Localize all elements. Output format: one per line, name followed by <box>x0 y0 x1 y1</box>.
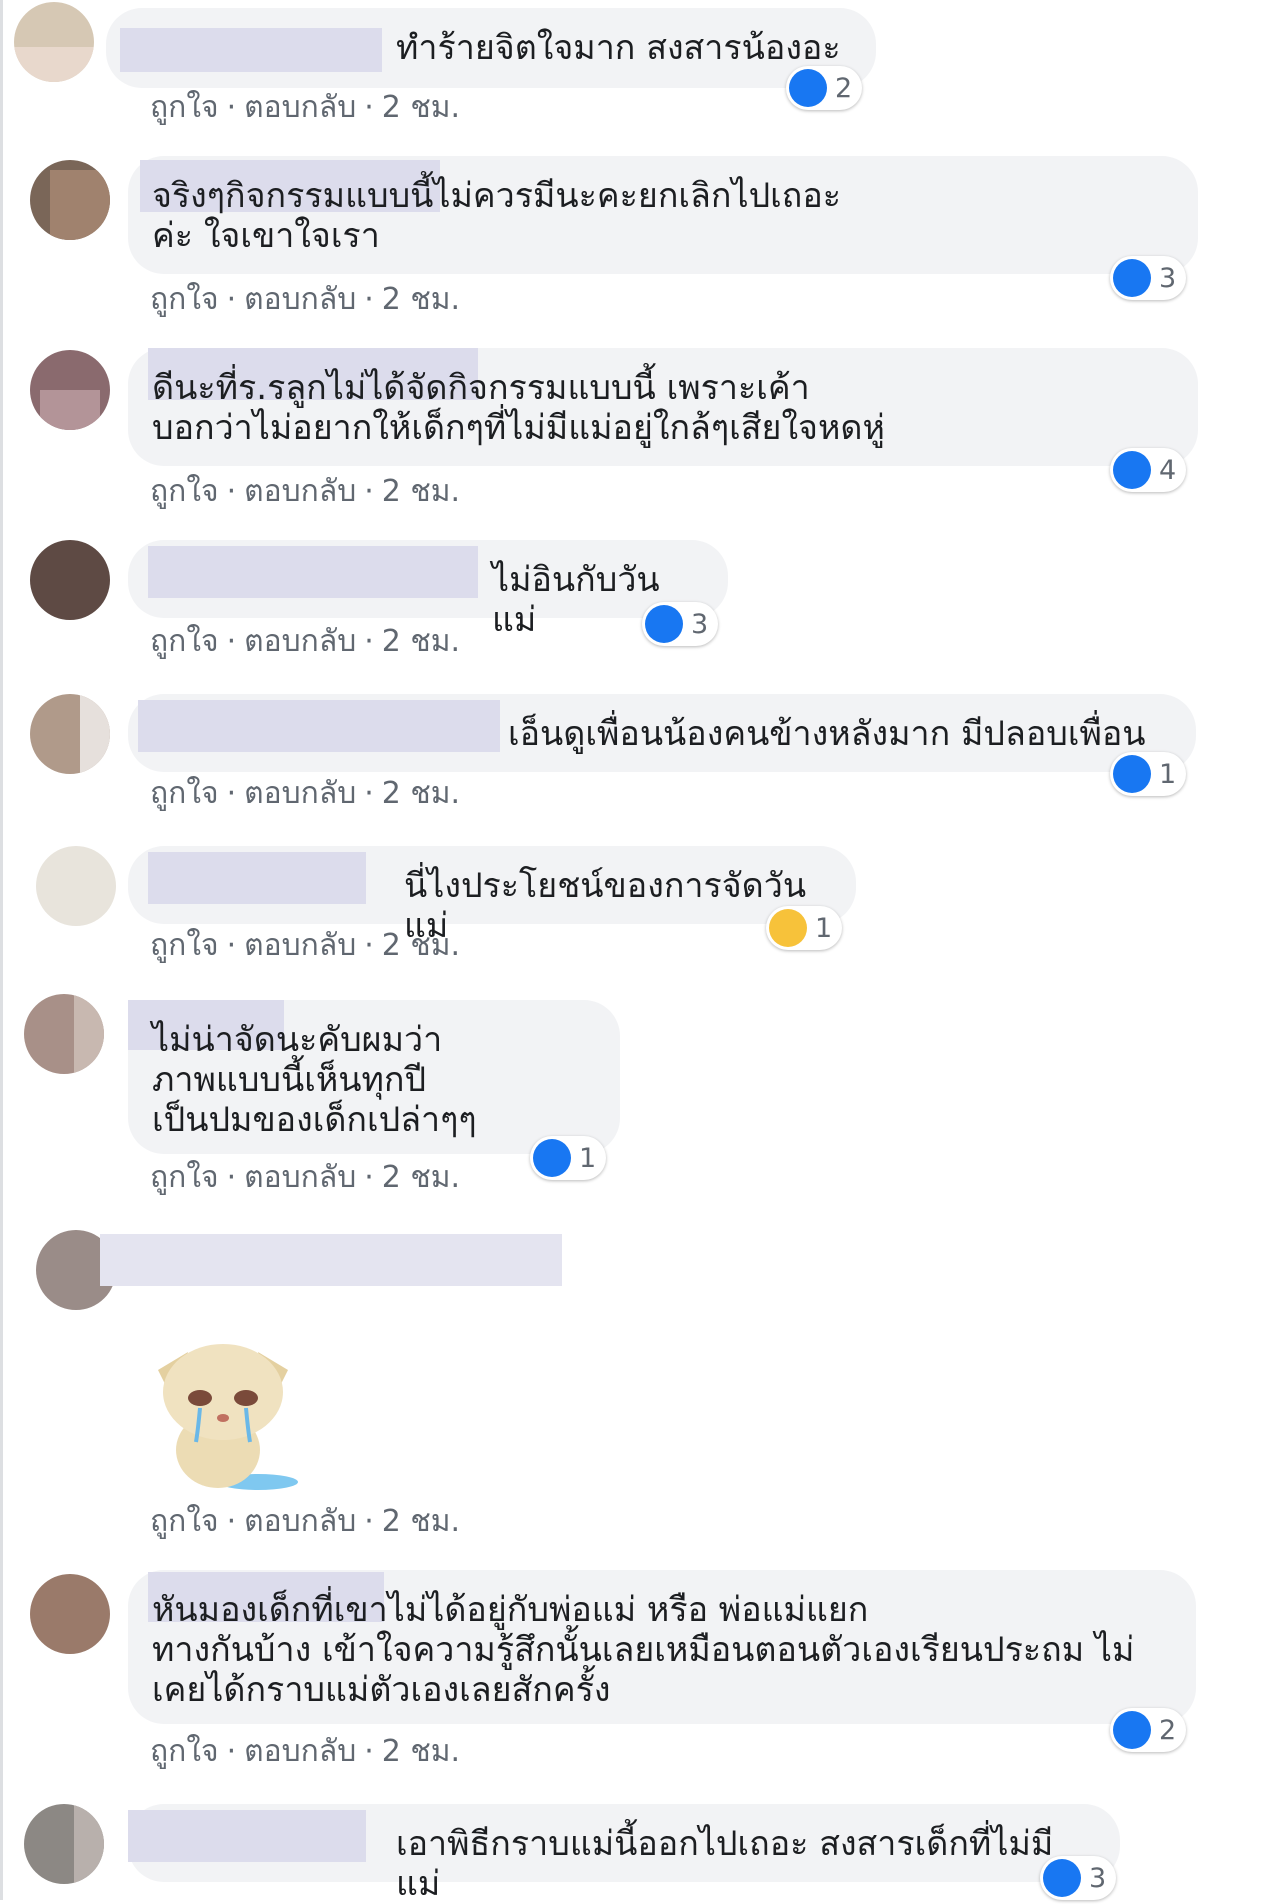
like-icon <box>1113 755 1151 793</box>
avatar[interactable] <box>30 694 110 774</box>
reaction-count[interactable]: 2 <box>786 66 863 110</box>
timestamp[interactable]: 2 ชม. <box>382 776 460 811</box>
like-icon <box>1113 259 1151 297</box>
comment-actions: ถูกใจ · ตอบกลับ · 2 ชม. <box>150 1160 461 1195</box>
comment-bubble: ทำร้ายจิตใจมาก สงสารน้องอะ <box>106 8 876 88</box>
comment-bubble: เอาพิธีกราบแม่นี้ออกไปเถอะ สงสารเด็กที่ไ… <box>128 1804 1120 1904</box>
comment-bubble: ไม่น่าจัดนะคับผมว่า ภาพแบบนี้เห็นทุกปี เ… <box>128 1000 620 1154</box>
timestamp[interactable]: 2 ชม. <box>382 928 460 963</box>
avatar[interactable] <box>30 160 110 240</box>
like-link[interactable]: ถูกใจ <box>150 776 219 811</box>
reply-link[interactable]: ตอบกลับ <box>244 1504 356 1539</box>
blurred-name[interactable] <box>148 546 478 598</box>
reaction-count[interactable]: 3 <box>642 602 719 646</box>
like-link[interactable]: ถูกใจ <box>150 474 219 509</box>
comment-bubble: เอ็นดูเพื่อนน้องคนข้างหลังมาก มีปลอบเพื่… <box>128 694 1196 772</box>
comment-text: ดีนะที่ร.รลูกไม่ได้จัดกิจกรรมแบบนี้ เพรา… <box>152 368 885 448</box>
avatar[interactable] <box>14 2 94 82</box>
reply-link[interactable]: ตอบกลับ <box>244 474 356 509</box>
timestamp[interactable]: 2 ชม. <box>382 1734 460 1769</box>
timestamp[interactable]: 2 ชม. <box>382 90 460 125</box>
like-link[interactable]: ถูกใจ <box>150 1160 219 1195</box>
like-icon <box>645 605 683 643</box>
reaction-count[interactable]: 4 <box>1110 448 1187 492</box>
blurred-name[interactable] <box>148 852 366 904</box>
like-link[interactable]: ถูกใจ <box>150 624 219 659</box>
avatar[interactable] <box>30 350 110 430</box>
comment-text: หันมองเด็กที่เขาไม่ได้อยู่กับพ่อแม่ หรือ… <box>152 1590 1135 1710</box>
comment-actions: ถูกใจ · ตอบกลับ · 2 ชม. <box>150 624 461 659</box>
sad-cat-sticker[interactable] <box>148 1330 308 1495</box>
like-link[interactable]: ถูกใจ <box>150 1504 219 1539</box>
comment-bubble: ไม่อินกับวันแม่ <box>128 540 728 640</box>
avatar[interactable] <box>36 846 116 926</box>
comment-actions: ถูกใจ · ตอบกลับ · 2 ชม. <box>150 282 461 317</box>
reply-link[interactable]: ตอบกลับ <box>244 90 356 125</box>
reaction-count[interactable]: 3 <box>1110 256 1187 300</box>
timestamp[interactable]: 2 ชม. <box>382 474 460 509</box>
reply-link[interactable]: ตอบกลับ <box>244 282 356 317</box>
avatar[interactable] <box>30 540 110 620</box>
comment-actions: ถูกใจ · ตอบกลับ · 2 ชม. <box>150 474 461 509</box>
like-icon <box>533 1139 571 1177</box>
like-link[interactable]: ถูกใจ <box>150 90 219 125</box>
blurred-name[interactable] <box>100 1234 562 1286</box>
comment-bubble: จริงๆกิจกรรมแบบนี้ไม่ควรมีนะคะยกเลิกไปเถ… <box>128 156 1198 274</box>
like-icon <box>789 69 827 107</box>
comment-bubble: นี่ไงประโยชน์ของการจัดวันแม่ <box>128 846 856 946</box>
avatar[interactable] <box>30 1574 110 1654</box>
comment-actions: ถูกใจ · ตอบกลับ · 2 ชม. <box>150 776 461 811</box>
comment-text: ทำร้ายจิตใจมาก สงสารน้องอะ <box>396 28 841 68</box>
comment-actions: ถูกใจ · ตอบกลับ · 2 ชม. <box>150 1504 461 1539</box>
comment-bubble: หันมองเด็กที่เขาไม่ได้อยู่กับพ่อแม่ หรือ… <box>128 1570 1196 1724</box>
comment-text: จริงๆกิจกรรมแบบนี้ไม่ควรมีนะคะยกเลิกไปเถ… <box>152 176 842 256</box>
avatar[interactable] <box>24 1804 104 1884</box>
comment-actions: ถูกใจ · ตอบกลับ · 2 ชม. <box>150 1734 461 1769</box>
left-border <box>0 0 3 1900</box>
reaction-count[interactable]: 1 <box>1110 752 1187 796</box>
timestamp[interactable]: 2 ชม. <box>382 624 460 659</box>
reaction-count[interactable]: 3 <box>1040 1856 1117 1900</box>
reaction-count[interactable]: 1 <box>766 906 843 950</box>
comment-text: เอาพิธีกราบแม่นี้ออกไปเถอะ สงสารเด็กที่ไ… <box>396 1824 1054 1904</box>
reaction-count[interactable]: 2 <box>1110 1708 1187 1752</box>
reply-link[interactable]: ตอบกลับ <box>244 776 356 811</box>
like-icon <box>1113 451 1151 489</box>
reply-link[interactable]: ตอบกลับ <box>244 624 356 659</box>
reaction-count[interactable]: 1 <box>530 1136 607 1180</box>
comment-actions: ถูกใจ · ตอบกลับ · 2 ชม. <box>150 90 461 125</box>
like-link[interactable]: ถูกใจ <box>150 1734 219 1769</box>
avatar[interactable] <box>24 994 104 1074</box>
like-link[interactable]: ถูกใจ <box>150 928 219 963</box>
reply-link[interactable]: ตอบกลับ <box>244 1734 356 1769</box>
comment-text: นี่ไงประโยชน์ของการจัดวันแม่ <box>404 866 807 946</box>
timestamp[interactable]: 2 ชม. <box>382 282 460 317</box>
sad-emoji-icon <box>769 909 807 947</box>
blurred-name[interactable] <box>120 28 382 72</box>
blurred-name[interactable] <box>138 700 500 752</box>
timestamp[interactable]: 2 ชม. <box>382 1504 460 1539</box>
like-icon <box>1043 1859 1081 1897</box>
like-icon <box>1113 1711 1151 1749</box>
reply-link[interactable]: ตอบกลับ <box>244 928 356 963</box>
comment-text: เอ็นดูเพื่อนน้องคนข้างหลังมาก มีปลอบเพื่… <box>508 714 1146 754</box>
blurred-name[interactable] <box>128 1810 366 1862</box>
comment-text: ไม่น่าจัดนะคับผมว่า ภาพแบบนี้เห็นทุกปี เ… <box>152 1020 477 1140</box>
comment-bubble: ดีนะที่ร.รลูกไม่ได้จัดกิจกรรมแบบนี้ เพรา… <box>128 348 1198 466</box>
reply-link[interactable]: ตอบกลับ <box>244 1160 356 1195</box>
timestamp[interactable]: 2 ชม. <box>382 1160 460 1195</box>
comment-actions: ถูกใจ · ตอบกลับ · 2 ชม. <box>150 928 461 963</box>
like-link[interactable]: ถูกใจ <box>150 282 219 317</box>
